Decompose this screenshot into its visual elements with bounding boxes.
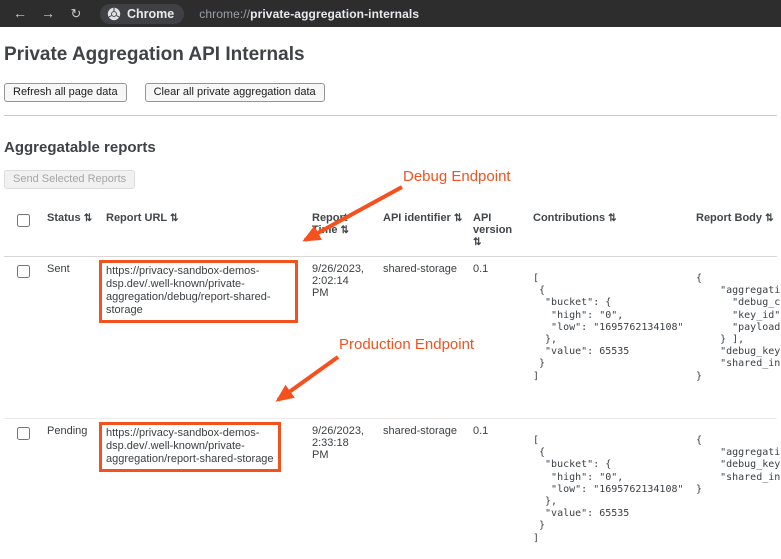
url-scheme: chrome:// bbox=[199, 7, 250, 21]
contributions-cell: [ { "bucket": { "high": "0", "low": "169… bbox=[526, 257, 689, 389]
header-report-time[interactable]: Report Time ⇅ bbox=[305, 206, 376, 244]
api-version-cell: 0.1 bbox=[466, 257, 526, 281]
clear-all-button[interactable]: Clear all private aggregation data bbox=[145, 83, 325, 102]
contributions-json: [ { "bucket": { "high": "0", "low": "169… bbox=[533, 273, 682, 383]
header-status[interactable]: Status ⇅ bbox=[40, 206, 99, 232]
forward-icon[interactable]: → bbox=[36, 0, 60, 27]
api-identifier-cell: shared-storage bbox=[376, 257, 466, 281]
sort-icon[interactable]: ⇅ bbox=[765, 213, 772, 224]
status-cell: Sent bbox=[40, 257, 99, 281]
header-report-url[interactable]: Report URL ⇅ bbox=[99, 206, 305, 232]
header-report-body[interactable]: Report Body ⇅ bbox=[689, 206, 781, 232]
chrome-app-badge: Chrome bbox=[100, 4, 184, 24]
report-body-json: { "aggregatio "debug_key" "shared_inf } bbox=[696, 435, 778, 496]
api-version-cell: 0.1 bbox=[466, 419, 526, 443]
header-contributions[interactable]: Contributions ⇅ bbox=[526, 206, 689, 232]
debug-endpoint-url-highlight-box: https://privacy-sandbox-demos- dsp.dev/.… bbox=[99, 260, 298, 323]
sort-icon[interactable]: ⇅ bbox=[341, 225, 348, 236]
reports-table: Status ⇅ Report URL ⇅ Report Time ⇅ API … bbox=[4, 206, 777, 559]
select-all-checkbox[interactable] bbox=[17, 214, 30, 227]
sort-icon[interactable]: ⇅ bbox=[170, 213, 177, 224]
chrome-app-label: Chrome bbox=[127, 7, 174, 21]
sort-icon[interactable]: ⇅ bbox=[84, 213, 91, 224]
divider bbox=[4, 115, 777, 116]
sort-icon[interactable]: ⇅ bbox=[473, 237, 480, 248]
chrome-logo-icon bbox=[107, 7, 121, 21]
sort-icon[interactable]: ⇅ bbox=[608, 213, 615, 224]
reload-icon[interactable]: ↻ bbox=[64, 0, 88, 27]
row-checkbox[interactable] bbox=[17, 265, 30, 278]
section-title: Aggregatable reports bbox=[4, 139, 777, 156]
sort-icon[interactable]: ⇅ bbox=[454, 213, 461, 224]
row-checkbox-cell bbox=[4, 419, 40, 443]
header-api-version[interactable]: API version ⇅ bbox=[466, 206, 526, 256]
report-body-cell: { "aggregatio "debug_c "key_id" "payload… bbox=[689, 257, 781, 389]
toolbar: Refresh all page data Clear all private … bbox=[4, 83, 777, 102]
row-checkbox-cell bbox=[4, 257, 40, 281]
report-body-json: { "aggregatio "debug_c "key_id" "payload… bbox=[696, 273, 778, 383]
row-checkbox[interactable] bbox=[17, 427, 30, 440]
select-all-checkbox-cell bbox=[4, 206, 40, 230]
browser-toolbar: ← → ↻ Chrome chrome://private-aggregatio… bbox=[0, 0, 781, 27]
contributions-json: [ { "bucket": { "high": "0", "low": "169… bbox=[533, 435, 682, 545]
url-host: private-aggregation-internals bbox=[250, 7, 419, 21]
page-content: Private Aggregation API Internals Refres… bbox=[0, 44, 781, 559]
back-icon[interactable]: ← bbox=[8, 0, 32, 27]
refresh-all-button[interactable]: Refresh all page data bbox=[4, 83, 127, 102]
table-header-row: Status ⇅ Report URL ⇅ Report Time ⇅ API … bbox=[4, 206, 777, 257]
send-selected-reports-button[interactable]: Send Selected Reports bbox=[4, 170, 135, 189]
header-api-identifier[interactable]: API identifier ⇅ bbox=[376, 206, 466, 232]
table-row: Pending https://privacy-sandbox-demos- d… bbox=[4, 419, 777, 559]
report-time-cell: 9/26/2023, 2:33:18 PM bbox=[305, 419, 376, 467]
table-row: Sent https://privacy-sandbox-demos- dsp.… bbox=[4, 257, 777, 419]
api-identifier-cell: shared-storage bbox=[376, 419, 466, 443]
report-url-cell: https://privacy-sandbox-demos- dsp.dev/.… bbox=[99, 419, 305, 478]
page-title: Private Aggregation API Internals bbox=[4, 44, 777, 66]
production-endpoint-url-highlight-box: https://privacy-sandbox-demos- dsp.dev/.… bbox=[99, 422, 281, 472]
status-cell: Pending bbox=[40, 419, 99, 443]
report-body-cell: { "aggregatio "debug_key" "shared_inf } bbox=[689, 419, 781, 502]
contributions-cell: [ { "bucket": { "high": "0", "low": "169… bbox=[526, 419, 689, 551]
report-time-cell: 9/26/2023, 2:02:14 PM bbox=[305, 257, 376, 305]
url-bar[interactable]: chrome://private-aggregation-internals bbox=[199, 7, 419, 21]
report-url-cell: https://privacy-sandbox-demos- dsp.dev/.… bbox=[99, 257, 305, 329]
